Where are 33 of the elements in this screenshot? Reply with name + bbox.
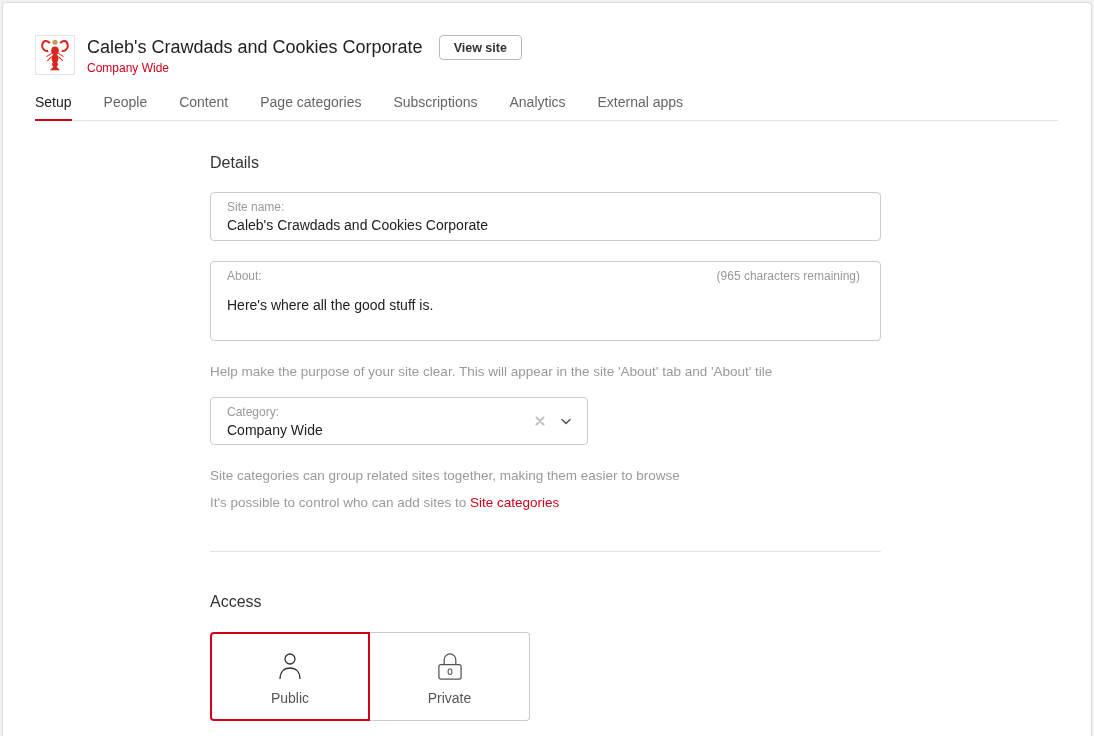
field-label: Site name: [227,200,286,214]
help-text: Help make the purpose of your site clear. This will appear in the site 'About' tab and 'About' tile [210,364,774,379]
category-select[interactable]: Category: Company Wide [210,397,588,445]
character-counter: (965 characters remaining) [716,269,860,283]
section-heading: Access [210,593,263,611]
tab[interactable]: People [103,92,148,121]
field-value: Company Wide [227,421,323,438]
help-text: Site categories can group related sites together, making them easier to browse [210,468,681,483]
clear-icon [535,416,545,426]
permission-note: It's possible to control who can add sites to Site categories [210,495,561,510]
site-name-field[interactable]: Site name: Caleb's Crawdads and Cookies Corporate [210,192,881,241]
chevron-down-icon [561,417,571,425]
tab[interactable]: External apps [597,92,684,121]
tab[interactable]: Page categories [260,92,362,121]
site-title: Caleb's Crawdads and Cookies Corporate [87,37,423,58]
tab[interactable]: Analytics [509,92,566,121]
field-label: Category: [227,404,281,419]
site-categories-link[interactable]: Site categories [469,495,560,510]
field-value: Caleb's Crawdads and Cookies Corporate [227,217,490,233]
about-field[interactable]: About: (965 characters remaining) Here's where all the good stuff is. [210,261,881,341]
access-option[interactable]: Private [370,632,530,721]
site-category-label: Company Wide [87,61,171,75]
tab[interactable]: Subscriptions [393,92,478,121]
lock-icon [436,652,463,680]
lobster-logo [35,35,75,75]
field-label: About: [227,269,262,283]
tab[interactable]: Setup [35,92,72,121]
person-icon [277,652,303,680]
field-value: Here's where all the good stuff is. [227,297,435,313]
access-option[interactable]: Public [210,632,370,721]
section-heading: Details [210,154,260,172]
tab[interactable]: Content [179,92,229,121]
view-site-button[interactable]: View site [438,35,522,60]
